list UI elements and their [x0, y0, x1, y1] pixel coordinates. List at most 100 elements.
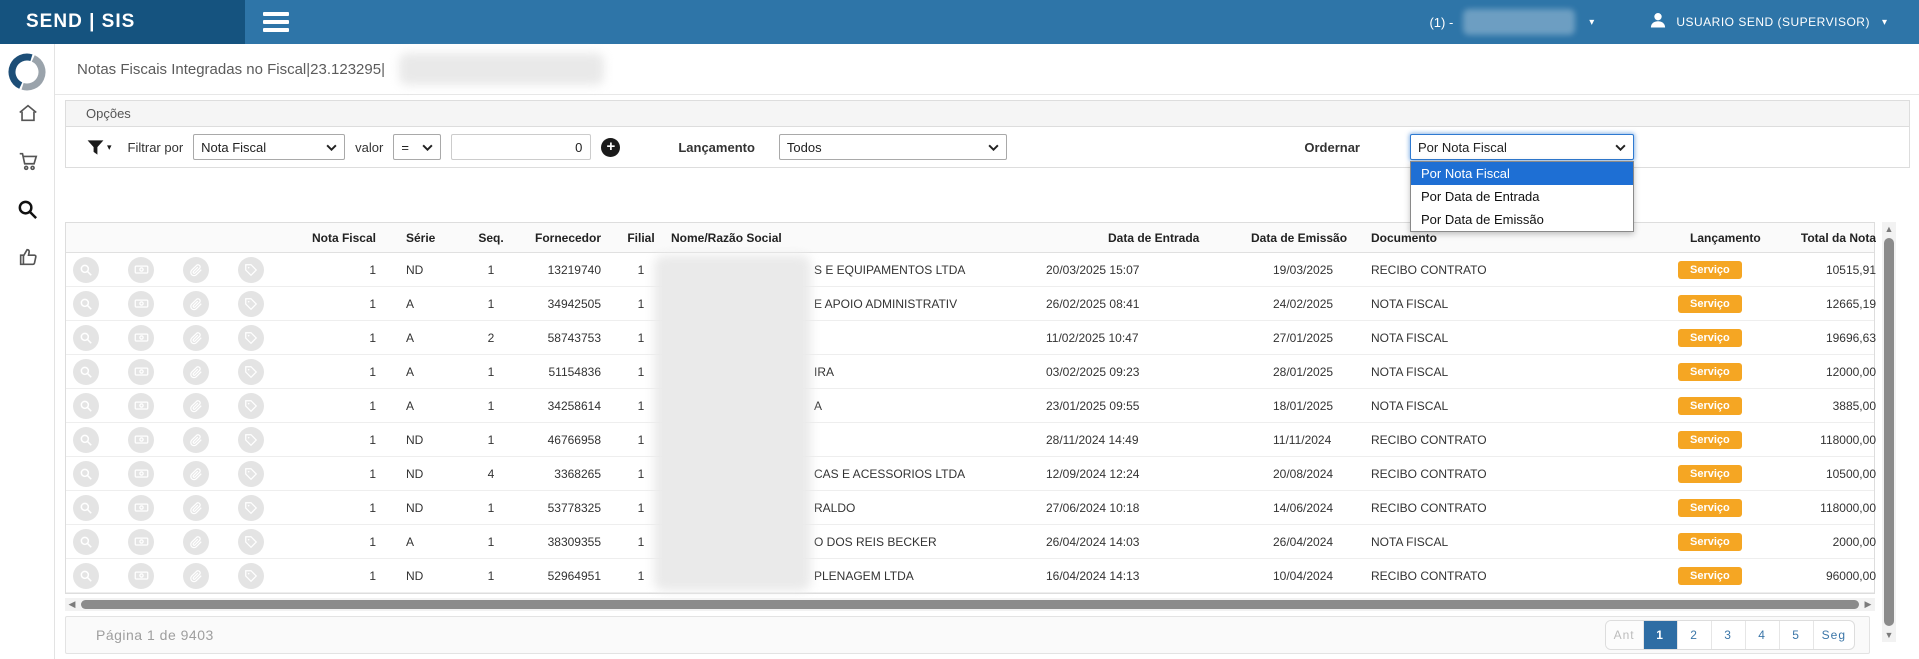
lancamento-badge[interactable]: Serviço — [1678, 431, 1742, 449]
row-attachment-icon[interactable] — [183, 393, 209, 419]
cell-data-entrada: 28/11/2024 14:49 — [1046, 433, 1251, 447]
horizontal-scrollbar-thumb[interactable] — [81, 600, 1859, 609]
scroll-up-icon[interactable]: ▲ — [1885, 222, 1894, 236]
pagination-page-2[interactable]: 2 — [1678, 621, 1712, 649]
row-search-icon[interactable] — [73, 427, 99, 453]
col-lancamento: Lançamento — [1666, 231, 1786, 245]
lancamento-badge[interactable]: Serviço — [1678, 363, 1742, 381]
lancamento-badge[interactable]: Serviço — [1678, 499, 1742, 517]
col-nota-fiscal: Nota Fiscal — [291, 231, 376, 245]
table-row[interactable]: 1 ND 1 53778325 1 RALDO 27/06/2024 10:18… — [66, 491, 1874, 525]
scroll-down-icon[interactable]: ▼ — [1885, 628, 1894, 642]
sidebar-item-search[interactable] — [13, 194, 43, 224]
row-attachment-icon[interactable] — [183, 427, 209, 453]
row-attachment-icon[interactable] — [183, 359, 209, 385]
row-search-icon[interactable] — [73, 563, 99, 589]
lancamento-badge[interactable]: Serviço — [1678, 465, 1742, 483]
row-money-icon[interactable] — [128, 291, 154, 317]
row-money-icon[interactable] — [128, 325, 154, 351]
row-attachment-icon[interactable] — [183, 257, 209, 283]
row-money-icon[interactable] — [128, 359, 154, 385]
filter-funnel-icon[interactable]: ▾ — [86, 138, 112, 157]
row-attachment-icon[interactable] — [183, 529, 209, 555]
row-attachment-icon[interactable] — [183, 325, 209, 351]
user-menu[interactable]: USUARIO SEND (SUPERVISOR) ▾ — [1648, 10, 1891, 35]
operator-select[interactable]: = — [393, 134, 441, 160]
pagination-prev-button[interactable]: Ant — [1606, 621, 1644, 649]
scroll-left-icon[interactable]: ◀ — [65, 599, 79, 610]
vertical-scrollbar[interactable]: ▲ ▼ — [1882, 222, 1896, 642]
order-option-por-nota-fiscal[interactable]: Por Nota Fiscal — [1411, 162, 1633, 185]
lancamento-badge[interactable]: Serviço — [1678, 295, 1742, 313]
row-attachment-icon[interactable] — [183, 461, 209, 487]
row-search-icon[interactable] — [73, 325, 99, 351]
row-search-icon[interactable] — [73, 257, 99, 283]
row-money-icon[interactable] — [128, 393, 154, 419]
row-search-icon[interactable] — [73, 359, 99, 385]
add-filter-button[interactable]: + — [601, 138, 620, 157]
cell-documento: RECIBO CONTRATO — [1366, 467, 1666, 481]
table-row[interactable]: 1 A 1 34942505 1 E APOIO ADMINISTRATIV 2… — [66, 287, 1874, 321]
row-tag-icon[interactable] — [238, 359, 264, 385]
lancamento-badge[interactable]: Serviço — [1678, 567, 1742, 585]
row-attachment-icon[interactable] — [183, 563, 209, 589]
value-input[interactable] — [451, 134, 591, 160]
sidebar-item-home[interactable] — [13, 98, 43, 128]
table-row[interactable]: 1 A 1 34258614 1 A 23/01/2025 09:55 18/0… — [66, 389, 1874, 423]
row-tag-icon[interactable] — [238, 393, 264, 419]
lancamento-badge[interactable]: Serviço — [1678, 397, 1742, 415]
pagination-page-4[interactable]: 4 — [1746, 621, 1780, 649]
horizontal-scrollbar[interactable]: ◀ ▶ — [65, 598, 1875, 611]
row-tag-icon[interactable] — [238, 291, 264, 317]
row-money-icon[interactable] — [128, 427, 154, 453]
row-tag-icon[interactable] — [238, 461, 264, 487]
row-money-icon[interactable] — [128, 495, 154, 521]
row-money-icon[interactable] — [128, 257, 154, 283]
cell-seq: 1 — [456, 297, 526, 311]
cell-filial: 1 — [611, 331, 671, 345]
order-option-por-data-emissao[interactable]: Por Data de Emissão — [1411, 208, 1633, 231]
row-money-icon[interactable] — [128, 563, 154, 589]
row-search-icon[interactable] — [73, 529, 99, 555]
row-money-icon[interactable] — [128, 461, 154, 487]
cell-nome-razao-social: S E EQUIPAMENTOS LTDA — [671, 263, 1046, 277]
context-chevron-down-icon[interactable]: ▾ — [1589, 17, 1594, 28]
order-option-por-data-entrada[interactable]: Por Data de Entrada — [1411, 185, 1633, 208]
lancamento-select[interactable]: Todos — [779, 134, 1007, 160]
row-attachment-icon[interactable] — [183, 495, 209, 521]
order-select[interactable]: Por Nota Fiscal — [1410, 134, 1634, 160]
table-row[interactable]: 1 A 1 38309355 1 O DOS REIS BECKER 26/04… — [66, 525, 1874, 559]
lancamento-badge[interactable]: Serviço — [1678, 261, 1742, 279]
filter-field-select[interactable]: Nota Fiscal — [193, 134, 345, 160]
row-search-icon[interactable] — [73, 393, 99, 419]
row-money-icon[interactable] — [128, 529, 154, 555]
lancamento-badge[interactable]: Serviço — [1678, 533, 1742, 551]
row-tag-icon[interactable] — [238, 257, 264, 283]
pagination-next-button[interactable]: Seg — [1814, 621, 1854, 649]
lancamento-badge[interactable]: Serviço — [1678, 329, 1742, 347]
sidebar-item-cart[interactable] — [13, 146, 43, 176]
sidebar-item-like[interactable] — [13, 242, 43, 272]
table-row[interactable]: 1 ND 1 46766958 1 28/11/2024 14:49 11/11… — [66, 423, 1874, 457]
row-tag-icon[interactable] — [238, 427, 264, 453]
row-search-icon[interactable] — [73, 291, 99, 317]
row-search-icon[interactable] — [73, 495, 99, 521]
table-row[interactable]: 1 A 1 51154836 1 IRA 03/02/2025 09:23 28… — [66, 355, 1874, 389]
row-attachment-icon[interactable] — [183, 291, 209, 317]
row-tag-icon[interactable] — [238, 495, 264, 521]
row-tag-icon[interactable] — [238, 529, 264, 555]
scroll-right-icon[interactable]: ▶ — [1861, 599, 1875, 610]
row-tag-icon[interactable] — [238, 325, 264, 351]
pagination-page-3[interactable]: 3 — [1712, 621, 1746, 649]
table-row[interactable]: 1 A 2 58743753 1 11/02/2025 10:47 27/01/… — [66, 321, 1874, 355]
cell-nome-razao-social: IRA — [671, 365, 1046, 379]
vertical-scrollbar-thumb[interactable] — [1884, 238, 1894, 626]
row-tag-icon[interactable] — [238, 563, 264, 589]
table-row[interactable]: 1 ND 1 13219740 1 S E EQUIPAMENTOS LTDA … — [66, 253, 1874, 287]
pagination-page-5[interactable]: 5 — [1780, 621, 1814, 649]
pagination-page-1[interactable]: 1 — [1644, 621, 1678, 649]
menu-hamburger-icon[interactable] — [263, 10, 297, 34]
table-row[interactable]: 1 ND 1 52964951 1 PLENAGEM LTDA 16/04/20… — [66, 559, 1874, 593]
table-row[interactable]: 1 ND 4 3368265 1 CAS E ACESSORIOS LTDA 1… — [66, 457, 1874, 491]
row-search-icon[interactable] — [73, 461, 99, 487]
